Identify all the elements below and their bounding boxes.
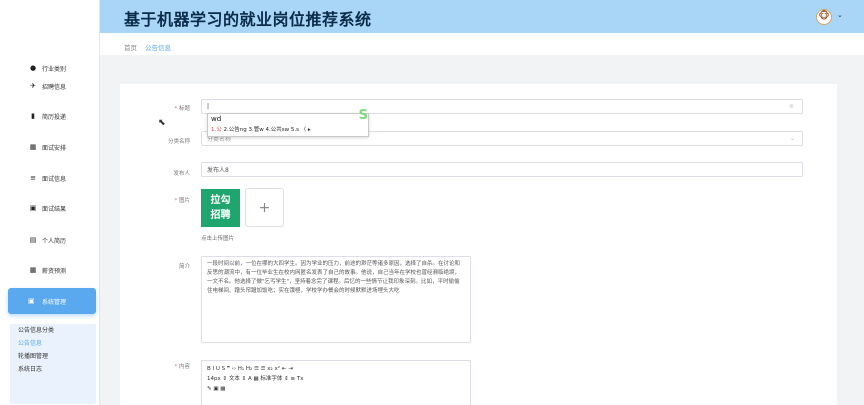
sidebar-item-label: 面试安排 [42, 144, 67, 152]
breadcrumb-home[interactable]: 首页 [124, 44, 137, 52]
sidebar: ● 行业类别 ✈ 招聘信息 ▮ 简历投递 ▦ 面试安排 ≡ 面试信息 ▣ 面试结果 ▤ 个人简… [0, 0, 100, 405]
app: ● 行业类别 ✈ 招聘信息 ▮ 简历投递 ▦ 面试安排 ≡ 面试信息 ▣ 面试结果 ▤ 个人简… [0, 0, 864, 405]
editor-toolbar-row[interactable]: ✎ ▣ ▦ [207, 384, 465, 394]
avatar[interactable]: 🐵 [816, 9, 832, 25]
submenu-item-system-log[interactable]: 系统日志 [10, 363, 96, 376]
title-input[interactable]: | ⊗ [201, 99, 803, 114]
upload-hint: 点击上传图片 [201, 236, 235, 242]
sidebar-item-label: 面试结果 [42, 205, 67, 213]
sidebar-item-personal-resume[interactable]: ▤ 个人简历 [0, 230, 100, 250]
grid-icon: ▦ [29, 266, 37, 274]
sidebar-item-recruit[interactable]: ✈ 招聘信息 [0, 76, 100, 96]
sidebar-item-label: 招聘信息 [42, 83, 67, 91]
intro-textarea[interactable]: 一段时间以前，一位在哪的大四学生。因为学业的压力，前途的渺茫等诸多原因，选择了自… [201, 256, 471, 343]
sidebar-item-label: 简历投递 [42, 113, 67, 121]
app-title: 基于机器学习的就业岗位推荐系统 [124, 10, 372, 29]
submenu-item-notice-category[interactable]: 公告信息分类 [10, 324, 96, 337]
category-label: 分类名称 [167, 139, 190, 145]
intro-label: 简介 [178, 264, 190, 270]
top-header: 基于机器学习的就业岗位推荐系统 🐵 ⌄ [100, 0, 864, 33]
sidebar-item-system-admin[interactable]: ▣ 系统管理 [8, 288, 96, 314]
plus-icon: + [258, 199, 271, 216]
rich-text-editor[interactable]: B I U S ❞ ‹› H₁ H₂ ☰ ☰ x₂ x² ⇤ ⇥ 14px ⇕ … [201, 360, 471, 405]
location-icon: ● [29, 64, 37, 72]
publisher-input[interactable]: 发布人8 [201, 162, 803, 177]
ime-logo-icon: S [358, 108, 368, 123]
monitor-icon: ▣ [28, 297, 35, 305]
submenu-item-notice[interactable]: 公告信息 [10, 337, 96, 350]
sidebar-item-label: 面试信息 [42, 175, 67, 183]
sidebar-item-industry[interactable]: ● 行业类别 [0, 58, 100, 78]
ime-candidate-window[interactable]: wd 1.公 2.公告ng 3.管w 4.公共sw 5.s 〈 ▸ S [207, 108, 369, 137]
submenu: 公告信息分类 公告信息 轮播图管理 系统日志 [10, 324, 96, 404]
publisher-label: 发布人 [173, 171, 190, 177]
document-icon: ▤ [29, 236, 37, 244]
bar-chart-icon: ▮ [31, 112, 35, 120]
sidebar-item-salary[interactable]: ▦ 薪资预测 [0, 260, 100, 280]
filter-icon: ≡ [30, 174, 36, 182]
image-label: * 图片 [174, 198, 190, 204]
sidebar-item-label: 个人简历 [42, 237, 67, 245]
submenu-item-carousel[interactable]: 轮播图管理 [10, 350, 96, 363]
uploaded-image[interactable]: 拉勾 招聘 [201, 189, 240, 227]
sidebar-item-interview-result[interactable]: ▣ 面试结果 [0, 198, 100, 218]
upload-button[interactable]: + [245, 188, 284, 227]
editor-toolbar-row[interactable]: 14px ⇕ 文本 ⇕ A ▦ 标准字体 ⇕ ≡ Tx [207, 374, 465, 384]
sidebar-item-label: 系统管理 [42, 298, 67, 306]
sidebar-item-label: 行业类别 [42, 65, 67, 73]
clear-icon[interactable]: ⊗ [789, 103, 794, 110]
content-label: * 内容 [174, 364, 190, 370]
chevron-down-icon: ⌄ [789, 135, 795, 142]
image-icon: ▣ [29, 204, 37, 212]
sidebar-item-interview-schedule[interactable]: ▦ 面试安排 [0, 137, 100, 157]
grid-icon: ▦ [29, 143, 37, 151]
sidebar-item-interview-info[interactable]: ≡ 面试信息 [0, 168, 100, 188]
ime-typed-text: wd [211, 115, 222, 123]
mouse-cursor-icon: ⬉ [158, 118, 166, 128]
send-icon: ✈ [30, 82, 36, 90]
editor-toolbar-row[interactable]: B I U S ❞ ‹› H₁ H₂ ☰ ☰ x₂ x² ⇤ ⇥ [207, 364, 465, 374]
breadcrumb-current: 公告信息 [145, 44, 171, 52]
breadcrumb: 首页 公告信息 [100, 33, 864, 55]
sidebar-item-resume-submit[interactable]: ▮ 简历投递 [0, 106, 100, 126]
chevron-down-icon[interactable]: ⌄ [837, 11, 843, 19]
ime-candidates[interactable]: 1.公 2.公告ng 3.管w 4.公共sw 5.s 〈 ▸ [208, 124, 368, 134]
title-label: * 标题 [174, 106, 190, 112]
sidebar-item-label: 薪资预测 [42, 267, 67, 275]
